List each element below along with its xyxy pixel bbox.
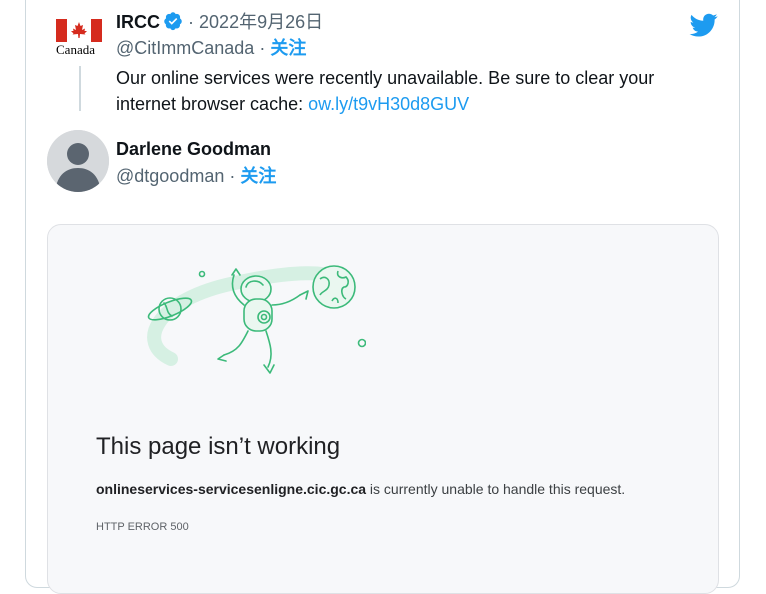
reply-handle-row: @dtgoodman · 关注 xyxy=(116,164,276,188)
separator: · xyxy=(188,12,195,32)
follow-button[interactable]: 关注 xyxy=(270,38,306,58)
reply-author-handle[interactable]: @dtgoodman xyxy=(116,166,224,186)
author-name[interactable]: IRCC xyxy=(116,12,160,32)
author-handle[interactable]: @CitImmCanada xyxy=(116,38,254,58)
error-message: is currently unable to handle this reque… xyxy=(366,481,626,497)
error-code: HTTP ERROR 500 xyxy=(96,521,189,533)
error-description: onlineservices-servicesenligne.cic.gc.ca… xyxy=(96,481,625,497)
tweet-header: IRCC · 2022年9月26日 xyxy=(116,10,323,34)
default-avatar-icon[interactable] xyxy=(47,130,109,192)
error-title: This page isn’t working xyxy=(96,433,341,460)
error-page-screenshot[interactable]: This page isn’t working onlineservices-s… xyxy=(47,224,719,594)
thread-connector xyxy=(79,66,81,111)
tweet-card: Canada IRCC · 2022年9月26日 @CitImmCanada ·… xyxy=(25,0,740,594)
reply-follow-button[interactable]: 关注 xyxy=(240,166,276,186)
globe-illustration xyxy=(312,265,356,309)
canada-flag-icon xyxy=(56,19,102,42)
canada-wordmark: Canada xyxy=(56,42,95,57)
tweet-text: Our online services were recently unavai… xyxy=(116,65,706,117)
ircc-avatar[interactable]: Canada xyxy=(54,19,104,59)
separator: · xyxy=(259,38,266,58)
reply-author-name[interactable]: Darlene Goodman xyxy=(116,137,271,161)
verified-badge-icon xyxy=(164,12,182,31)
tweet-link[interactable]: ow.ly/t9vH30d8GUV xyxy=(308,94,469,114)
separator: · xyxy=(229,166,236,186)
tweet-handle-row: @CitImmCanada · 关注 xyxy=(116,36,306,60)
error-host: onlineservices-servicesenligne.cic.gc.ca xyxy=(96,481,367,497)
twitter-bird-icon[interactable] xyxy=(688,11,720,39)
tweet-date[interactable]: 2022年9月26日 xyxy=(199,12,323,32)
